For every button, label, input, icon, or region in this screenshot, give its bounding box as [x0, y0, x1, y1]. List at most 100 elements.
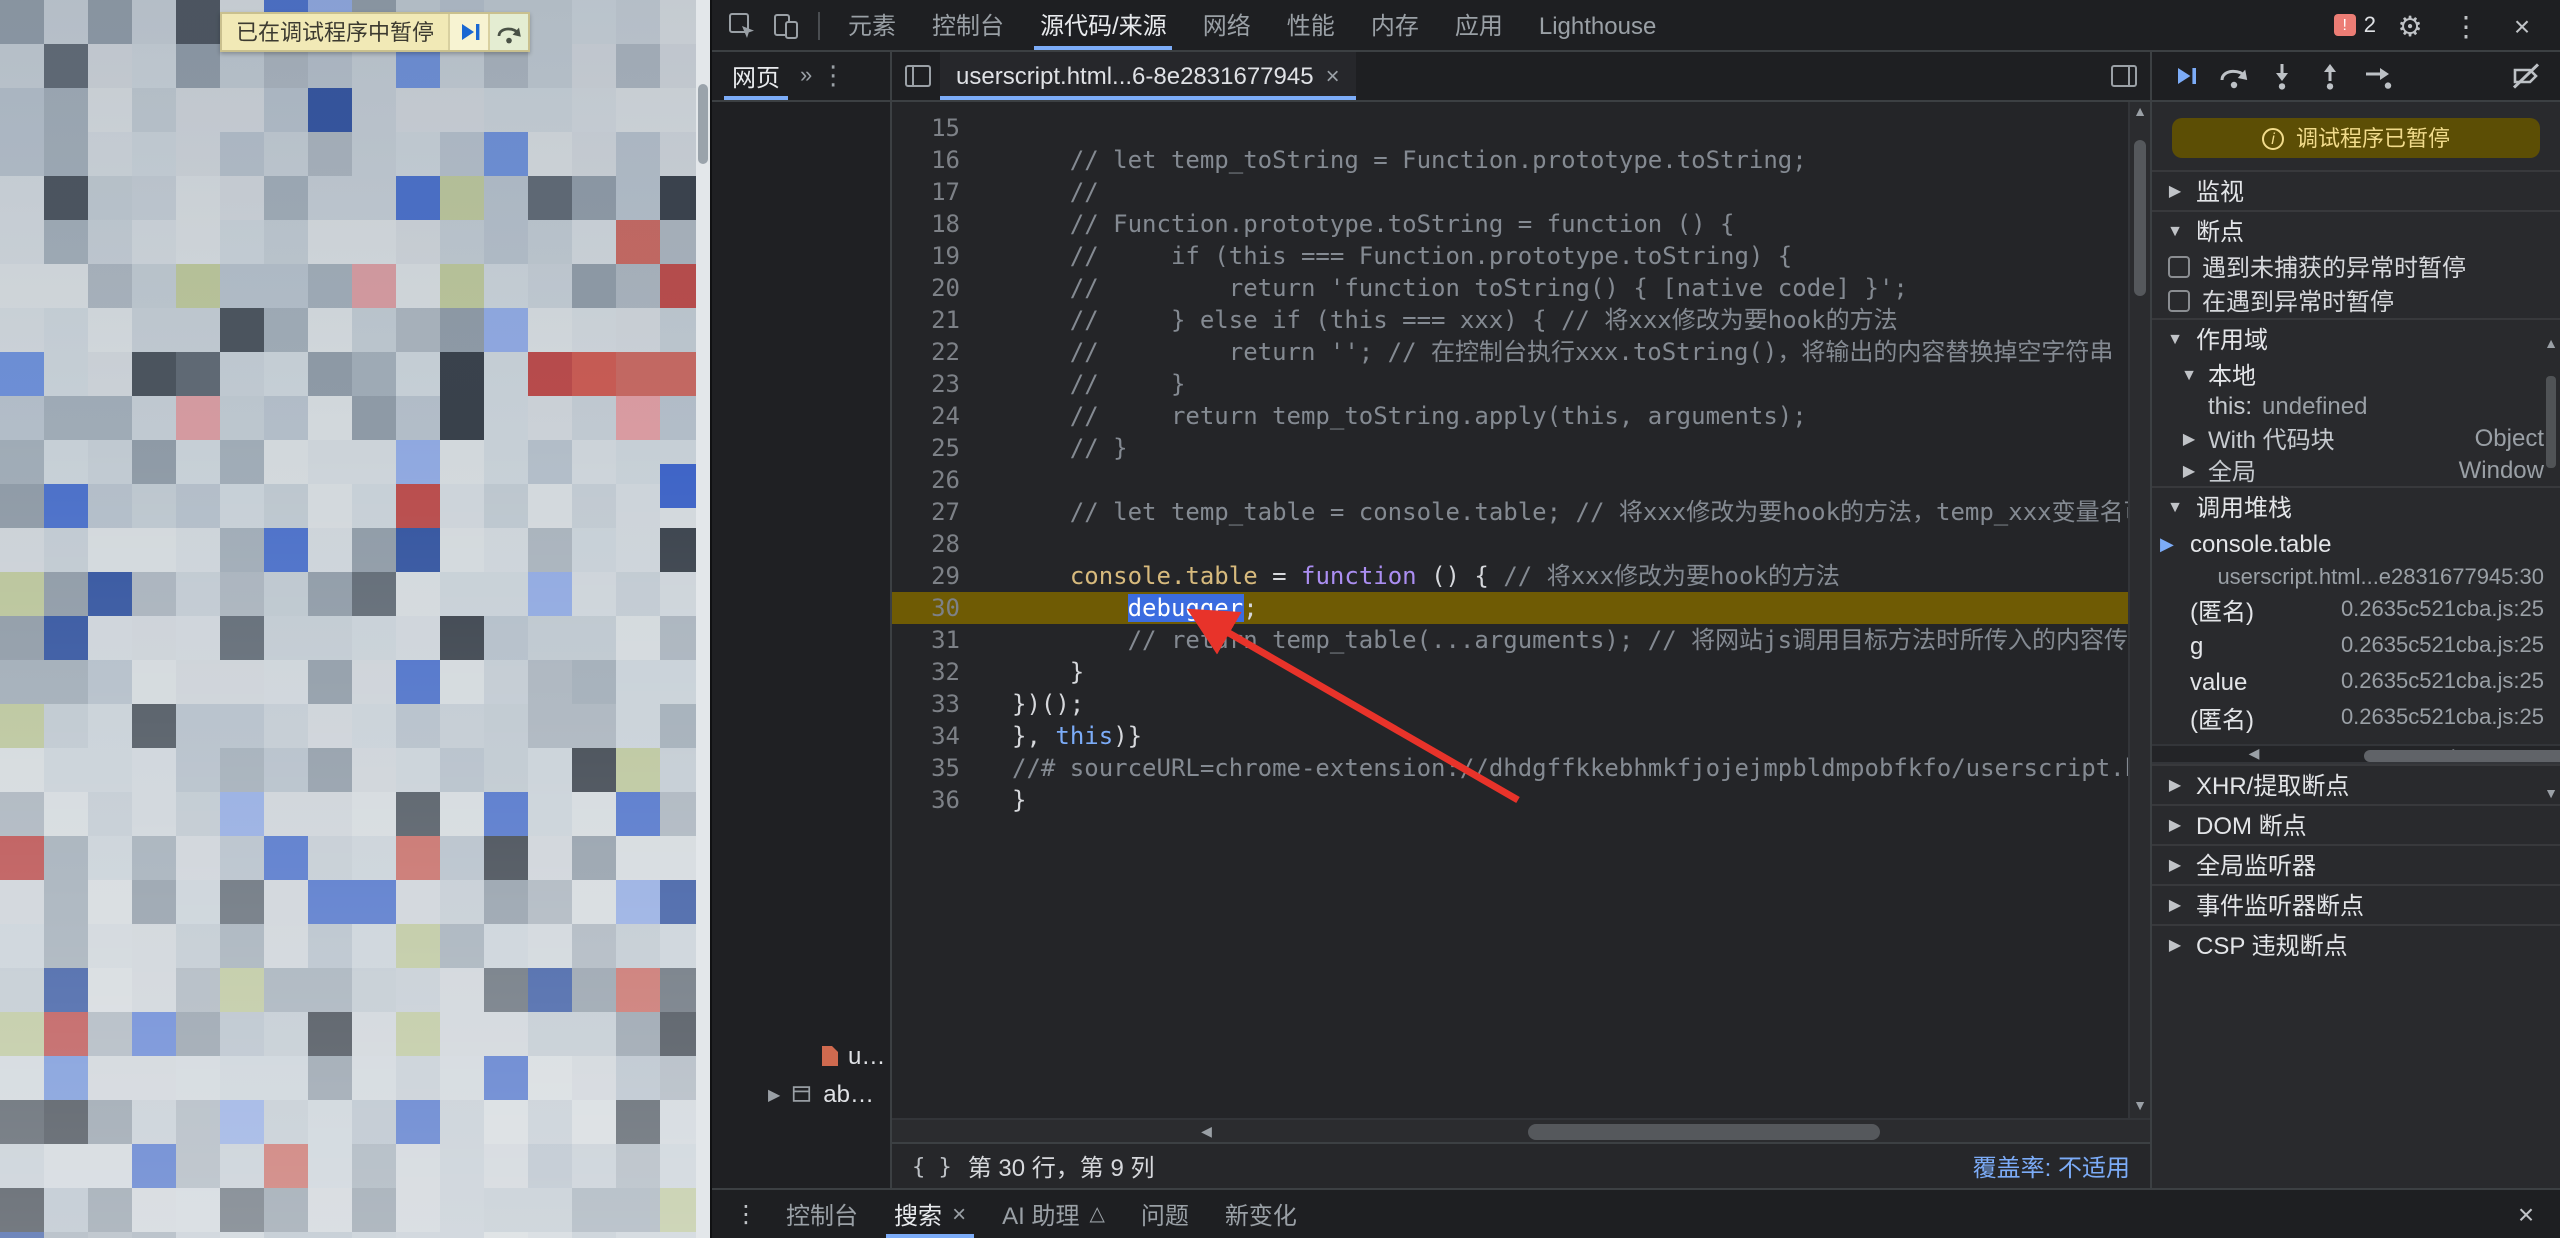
settings-gear-icon[interactable]: ⚙ — [2388, 3, 2432, 47]
devtools-close-icon[interactable]: × — [2500, 3, 2544, 47]
more-tabs-icon[interactable]: » — [800, 64, 812, 88]
code-line-20[interactable]: 20 // return 'function toString() { [nat… — [892, 272, 2128, 304]
tree-item-frame[interactable]: ▶ ab… — [712, 1076, 890, 1112]
step-out-button[interactable] — [2308, 54, 2352, 98]
editor-hscroll-thumb[interactable] — [1527, 1124, 1879, 1140]
line-number[interactable]: 28 — [892, 528, 984, 560]
code-editor[interactable]: 1516 // let temp_toString = Function.pro… — [892, 102, 2150, 1118]
section-CSP 违规断点[interactable]: ▶CSP 违规断点 — [2152, 924, 2560, 964]
scope-entry[interactable]: this: undefined — [2152, 390, 2560, 422]
code-line-23[interactable]: 23 // } — [892, 368, 2128, 400]
close-drawer-tab-icon[interactable]: × — [952, 1200, 966, 1228]
editor-horizontal-scrollbar[interactable]: ◀ ▶ — [892, 1118, 2150, 1142]
issues-counter[interactable]: ! 2 — [2334, 13, 2376, 37]
tree-item-userscript[interactable]: u… — [712, 1036, 890, 1076]
page-scrollbar[interactable] — [696, 0, 710, 1238]
inspect-element-icon[interactable] — [720, 3, 764, 47]
navigator-menu-icon[interactable]: ⋮ — [820, 60, 846, 92]
code-line-21[interactable]: 21 // } else if (this === xxx) { // 将xxx… — [892, 304, 2128, 336]
section-全局监听器[interactable]: ▶全局监听器 — [2152, 844, 2560, 884]
expand-chevron-icon[interactable]: ▶ — [768, 1085, 780, 1103]
code-line-18[interactable]: 18 // Function.prototype.toString = func… — [892, 208, 2128, 240]
collapse-navigator-icon[interactable] — [896, 54, 940, 98]
code-line-33[interactable]: 33})(); — [892, 688, 2128, 720]
line-number[interactable]: 16 — [892, 144, 984, 176]
pretty-print-icon[interactable]: { } — [912, 1153, 952, 1179]
code-line-28[interactable]: 28 — [892, 528, 2128, 560]
line-number[interactable]: 36 — [892, 784, 984, 816]
device-toolbar-icon[interactable] — [764, 3, 808, 47]
line-number[interactable]: 21 — [892, 304, 984, 336]
code-line-27[interactable]: 27 // let temp_table = console.table; //… — [892, 496, 2128, 528]
devtools-tab-源代码/来源[interactable]: 源代码/来源 — [1022, 0, 1185, 50]
drawer-menu-icon[interactable]: ⋮ — [724, 1192, 768, 1236]
code-line-35[interactable]: 35//# sourceURL=chrome-extension://dhdgf… — [892, 752, 2128, 784]
close-file-tab-icon[interactable]: × — [1326, 62, 1340, 90]
file-tab[interactable]: userscript.html...6-8e2831677945 × — [940, 52, 1356, 100]
scroll-up-icon[interactable]: ▲ — [2542, 334, 2560, 356]
line-number[interactable]: 33 — [892, 688, 984, 720]
scroll-down-icon[interactable]: ▼ — [2542, 784, 2560, 806]
call-stack-frame[interactable]: (匿名)0.2635c521cba.js:25 — [2152, 700, 2560, 736]
drawer-tab-AI 助理[interactable]: AI 助理△ — [984, 1190, 1123, 1238]
coverage-status[interactable]: 覆盖率: 不适用 — [1973, 1149, 2130, 1183]
line-number[interactable]: 17 — [892, 176, 984, 208]
code-line-19[interactable]: 19 // if (this === Function.prototype.to… — [892, 240, 2128, 272]
devtools-tab-网络[interactable]: 网络 — [1185, 0, 1269, 50]
drawer-tab-新变化[interactable]: 新变化 — [1207, 1190, 1315, 1238]
code-line-16[interactable]: 16 // let temp_toString = Function.proto… — [892, 144, 2128, 176]
call-stack-frame[interactable]: (匿名)0.2635c521cba.js:25 — [2152, 592, 2560, 628]
line-number[interactable]: 23 — [892, 368, 984, 400]
devtools-tab-控制台[interactable]: 控制台 — [914, 0, 1022, 50]
code-line-36[interactable]: 36} — [892, 784, 2128, 816]
scroll-up-icon[interactable]: ▲ — [2130, 102, 2150, 124]
line-number[interactable]: 34 — [892, 720, 984, 752]
line-number[interactable]: 29 — [892, 560, 984, 592]
devtools-menu-icon[interactable]: ⋮ — [2444, 3, 2488, 47]
section-call-stack[interactable]: ▼ 调用堆栈 — [2152, 486, 2560, 526]
line-number[interactable]: 19 — [892, 240, 984, 272]
sidebar-vertical-scrollbar[interactable]: ▲ ▼ — [2542, 334, 2560, 806]
code-line-25[interactable]: 25 // } — [892, 432, 2128, 464]
step-over-button-overlay[interactable] — [488, 14, 528, 50]
code-line-26[interactable]: 26 — [892, 464, 2128, 496]
devtools-tab-元素[interactable]: 元素 — [830, 0, 914, 50]
code-line-30[interactable]: 30 debugger; — [892, 592, 2128, 624]
line-number[interactable]: 31 — [892, 624, 984, 656]
code-line-22[interactable]: 22 // return ''; // 在控制台执行xxx.toString()… — [892, 336, 2128, 368]
drawer-tab-控制台[interactable]: 控制台 — [768, 1190, 876, 1238]
deactivate-breakpoints-button[interactable] — [2504, 54, 2548, 98]
resume-button[interactable] — [2164, 54, 2208, 98]
code-line-17[interactable]: 17 // — [892, 176, 2128, 208]
devtools-tab-Lighthouse[interactable]: Lighthouse — [1521, 0, 1674, 50]
section-事件监听器断点[interactable]: ▶事件监听器断点 — [2152, 884, 2560, 924]
line-number[interactable]: 35 — [892, 752, 984, 784]
section-watch[interactable]: ▶ 监视 — [2152, 170, 2560, 210]
drawer-tab-搜索[interactable]: 搜索× — [876, 1190, 984, 1238]
checkbox[interactable] — [2168, 290, 2190, 312]
code-line-29[interactable]: 29 console.table = function () { // 将xxx… — [892, 560, 2128, 592]
line-number[interactable]: 32 — [892, 656, 984, 688]
sidebar-hscroll-thumb[interactable] — [2364, 750, 2560, 762]
code-line-24[interactable]: 24 // return temp_toString.apply(this, a… — [892, 400, 2128, 432]
section-breakpoints[interactable]: ▼ 断点 — [2152, 210, 2560, 250]
drawer-close-icon[interactable]: × — [2504, 1192, 2548, 1236]
step-into-button[interactable] — [2260, 54, 2304, 98]
line-number[interactable]: 22 — [892, 336, 984, 368]
page-scrollbar-thumb[interactable] — [698, 84, 708, 164]
code-line-31[interactable]: 31 // return temp_table(...arguments); /… — [892, 624, 2128, 656]
checkbox[interactable] — [2168, 256, 2190, 278]
navigator-tab-page[interactable]: 网页 — [720, 52, 792, 100]
line-number[interactable]: 20 — [892, 272, 984, 304]
devtools-tab-性能[interactable]: 性能 — [1269, 0, 1353, 50]
section-DOM 断点[interactable]: ▶DOM 断点 — [2152, 804, 2560, 844]
line-number[interactable]: 30 — [892, 592, 984, 624]
section-scope[interactable]: ▼ 作用域 — [2152, 318, 2560, 358]
section-XHR/提取断点[interactable]: ▶XHR/提取断点 — [2152, 764, 2560, 804]
code-line-34[interactable]: 34}, this)} — [892, 720, 2128, 752]
line-number[interactable]: 26 — [892, 464, 984, 496]
scroll-left-icon[interactable]: ◀ — [892, 1120, 1521, 1142]
resume-script-button[interactable] — [448, 14, 488, 50]
scroll-left-icon[interactable]: ◀ — [2152, 743, 2356, 765]
scroll-down-icon[interactable]: ▼ — [2130, 1096, 2150, 1118]
